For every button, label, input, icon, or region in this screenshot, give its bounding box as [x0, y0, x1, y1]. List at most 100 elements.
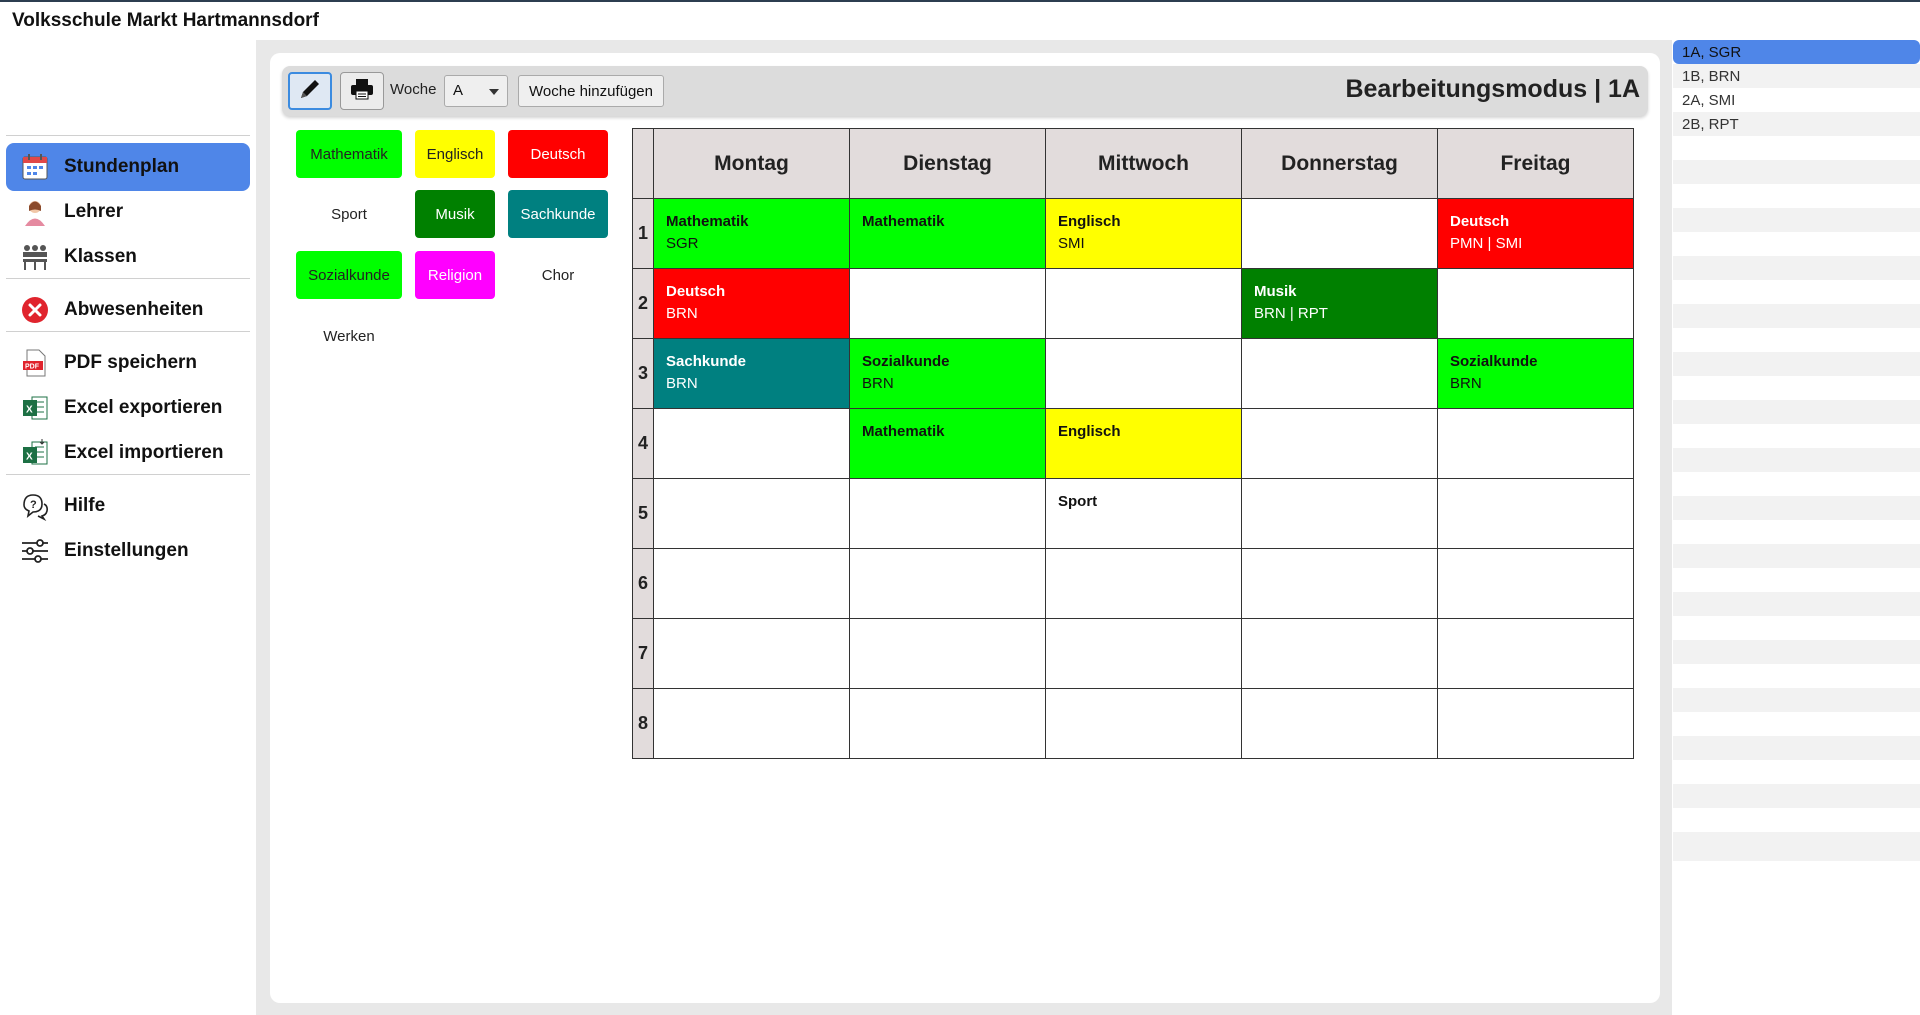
lesson-cell[interactable]	[653, 408, 850, 479]
lesson-cell[interactable]	[1437, 268, 1634, 339]
lesson-teachers: BRN | RPT	[1254, 305, 1328, 322]
lesson-cell[interactable]: Mathematik SGR	[653, 198, 850, 269]
excel-export-icon: X	[18, 391, 52, 425]
lesson-cell[interactable]: Deutsch PMN | SMI	[1437, 198, 1634, 269]
lesson-cell[interactable]	[1241, 408, 1438, 479]
period-row: 1 Mathematik SGR Mathematik Englisch SMI Deuts…	[632, 198, 1634, 269]
lesson-subject: Mathematik	[666, 213, 749, 230]
lesson-cell[interactable]	[1045, 268, 1242, 339]
list-row-background	[1673, 832, 1920, 861]
lesson-cell[interactable]	[1437, 618, 1634, 689]
nav-label: Stundenplan	[64, 156, 180, 177]
lesson-cell[interactable]: Sport	[1045, 478, 1242, 549]
lesson-cell[interactable]: Englisch	[1045, 408, 1242, 479]
subject-chip[interactable]: Sachkunde	[508, 190, 608, 238]
day-header-mittwoch: Mittwoch	[1045, 128, 1242, 199]
lesson-cell[interactable]	[1437, 408, 1634, 479]
lesson-subject: Sozialkunde	[862, 353, 950, 370]
lesson-cell[interactable]	[1241, 338, 1438, 409]
lesson-cell[interactable]: Mathematik	[849, 408, 1046, 479]
subject-chip[interactable]: Werken	[296, 312, 402, 360]
class-list-item[interactable]: 1A, SGR	[1673, 40, 1920, 64]
lesson-cell[interactable]	[1241, 618, 1438, 689]
lesson-subject: Sport	[1058, 493, 1098, 510]
subject-chip[interactable]: Sport	[296, 190, 402, 238]
nav-item-einstellungen[interactable]: Einstellungen	[6, 527, 250, 575]
print-button[interactable]	[340, 72, 384, 110]
subject-chip[interactable]: Deutsch	[508, 130, 608, 178]
nav-item-hilfe[interactable]: ? Hilfe	[6, 482, 250, 530]
lesson-cell[interactable]	[1437, 548, 1634, 619]
lesson-cell[interactable]	[653, 688, 850, 759]
lesson-cell[interactable]	[1241, 548, 1438, 619]
lesson-cell[interactable]	[849, 688, 1046, 759]
period-row: 7	[632, 618, 1634, 689]
pencil-icon	[297, 76, 323, 107]
class-list-item[interactable]: 1B, BRN	[1673, 64, 1920, 88]
nav-item-excel-import[interactable]: X Excel importieren	[6, 429, 250, 477]
period-number: 1	[632, 198, 654, 269]
lesson-subject: Mathematik	[862, 213, 945, 230]
window-top-border	[0, 0, 1920, 2]
nav-label: Einstellungen	[64, 540, 189, 561]
add-week-button[interactable]: Woche hinzufügen	[518, 75, 664, 107]
period-row: 3 Sachkunde BRN Sozialkunde BRN Sozialkunde BR…	[632, 338, 1634, 409]
nav-item-klassen[interactable]: Klassen	[6, 233, 250, 281]
nav-item-abwesenheiten[interactable]: Abwesenheiten	[6, 286, 250, 334]
subject-chip[interactable]: Religion	[415, 251, 495, 299]
class-list-item[interactable]: 2A, SMI	[1673, 88, 1920, 112]
week-select[interactable]: A	[444, 75, 508, 107]
lesson-cell[interactable]	[653, 548, 850, 619]
sidebar: Stundenplan Lehrer Klassen Abwesenheiten…	[0, 40, 256, 1015]
lesson-subject: Musik	[1254, 283, 1297, 300]
lesson-teachers: PMN | SMI	[1450, 235, 1523, 252]
timetable-grid: Montag Dienstag Mittwoch Donnerstag Frei…	[632, 128, 1634, 759]
pdf-icon: PDF	[18, 346, 52, 380]
nav-item-stundenplan[interactable]: Stundenplan	[6, 143, 250, 191]
subject-chip[interactable]: Sozialkunde	[296, 251, 402, 299]
subject-chip[interactable]: Mathematik	[296, 130, 402, 178]
lesson-cell[interactable]	[1241, 478, 1438, 549]
lesson-cell[interactable]	[849, 478, 1046, 549]
lesson-cell[interactable]	[653, 618, 850, 689]
class-list-item[interactable]: 2B, RPT	[1673, 112, 1920, 136]
lesson-teachers: BRN	[666, 305, 698, 322]
lesson-cell[interactable]	[849, 618, 1046, 689]
nav-item-lehrer[interactable]: Lehrer	[6, 188, 250, 236]
lesson-cell[interactable]	[1437, 478, 1634, 549]
lesson-cell[interactable]	[653, 478, 850, 549]
day-header-freitag: Freitag	[1437, 128, 1634, 199]
lesson-cell[interactable]	[1045, 618, 1242, 689]
lesson-cell[interactable]	[1241, 688, 1438, 759]
lesson-cell[interactable]	[1045, 688, 1242, 759]
nav-separator	[6, 135, 250, 136]
svg-text:PDF: PDF	[25, 364, 40, 371]
printer-icon	[349, 76, 375, 107]
lesson-cell[interactable]: Mathematik	[849, 198, 1046, 269]
nav-item-pdf[interactable]: PDF PDF speichern	[6, 339, 250, 387]
lesson-cell[interactable]: Sachkunde BRN	[653, 338, 850, 409]
lesson-cell[interactable]	[849, 268, 1046, 339]
period-row: 5 Sport	[632, 478, 1634, 549]
lesson-cell[interactable]: Deutsch BRN	[653, 268, 850, 339]
lesson-cell[interactable]	[1437, 688, 1634, 759]
lesson-cell[interactable]	[1241, 198, 1438, 269]
lesson-cell[interactable]	[849, 548, 1046, 619]
lesson-cell[interactable]: Musik BRN | RPT	[1241, 268, 1438, 339]
period-row: 2 Deutsch BRN Musik BRN | RPT	[632, 268, 1634, 339]
lesson-cell[interactable]	[1045, 338, 1242, 409]
lesson-cell[interactable]: Sozialkunde BRN	[849, 338, 1046, 409]
lesson-cell[interactable]: Sozialkunde BRN	[1437, 338, 1634, 409]
nav-label: PDF speichern	[64, 352, 198, 373]
lesson-cell[interactable]	[1045, 548, 1242, 619]
subject-chip[interactable]: Musik	[415, 190, 495, 238]
lesson-cell[interactable]: Englisch SMI	[1045, 198, 1242, 269]
edit-mode-button[interactable]	[288, 72, 332, 110]
lesson-teachers: BRN	[1450, 375, 1482, 392]
subject-chip[interactable]: Englisch	[415, 130, 495, 178]
subject-chip[interactable]: Chor	[508, 251, 608, 299]
lesson-teachers: BRN	[862, 375, 894, 392]
nav-item-excel-export[interactable]: X Excel exportieren	[6, 384, 250, 432]
nav-label: Excel exportieren	[64, 397, 223, 418]
help-icon: ?	[18, 489, 52, 523]
